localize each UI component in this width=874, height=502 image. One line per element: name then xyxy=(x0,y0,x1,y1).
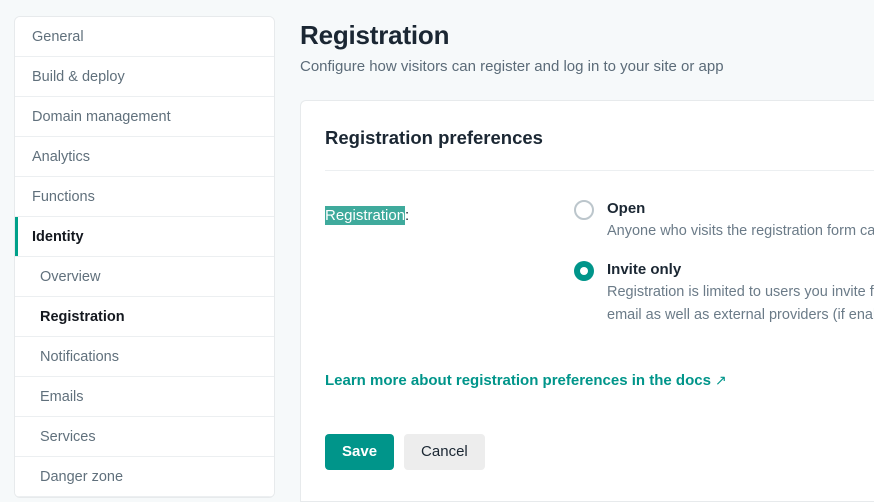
registration-options-group: Open Anyone who visits the registration … xyxy=(566,199,874,344)
sidebar-item-general[interactable]: General xyxy=(15,17,274,57)
settings-sidebar: General Build & deploy Domain management… xyxy=(14,16,275,498)
sidebar-item-notifications[interactable]: Notifications xyxy=(15,337,274,377)
registration-field-label-suffix: : xyxy=(405,207,410,224)
page-title: Registration xyxy=(300,20,450,50)
sidebar-item-services[interactable]: Services xyxy=(15,417,274,457)
sidebar-item-identity[interactable]: Identity xyxy=(15,217,274,257)
sidebar-item-danger-zone[interactable]: Danger zone xyxy=(15,457,274,497)
form-actions: Save Cancel xyxy=(325,434,485,470)
sidebar-item-functions[interactable]: Functions xyxy=(15,177,274,217)
radio-option-invite-only-label: Invite only xyxy=(607,261,682,278)
sidebar-item-label: Overview xyxy=(40,268,101,285)
sidebar-item-overview[interactable]: Overview xyxy=(15,257,274,297)
radio-option-invite-only-description-line1: Registration is limited to users you inv… xyxy=(607,284,874,300)
app-root: General Build & deploy Domain management… xyxy=(0,0,874,502)
selected-text-highlight: Registration xyxy=(325,206,406,225)
sidebar-item-emails[interactable]: Emails xyxy=(15,377,274,417)
sidebar-item-label: General xyxy=(32,28,84,45)
registration-field-row: Registration: Open Anyone who visits the… xyxy=(301,171,874,331)
registration-field-label: Registration: xyxy=(325,206,410,225)
sidebar-item-label: Identity xyxy=(32,228,84,245)
save-button[interactable]: Save xyxy=(325,434,395,470)
page-subtitle: Configure how visitors can register and … xyxy=(300,58,724,75)
radio-option-invite-only[interactable]: Invite only Registration is limited to u… xyxy=(566,260,874,326)
docs-link[interactable]: Learn more about registration preference… xyxy=(325,372,727,389)
radio-option-open-label: Open xyxy=(607,200,646,217)
radio-option-open[interactable]: Open Anyone who visits the registration … xyxy=(566,199,874,242)
sidebar-item-label: Functions xyxy=(32,188,95,205)
sidebar-item-domain-management[interactable]: Domain management xyxy=(15,97,274,137)
radio-option-invite-only-description-line2: email as well as external providers (if … xyxy=(607,307,874,323)
sidebar-item-label: Registration xyxy=(40,308,125,325)
radio-invite-only-icon[interactable] xyxy=(574,261,594,281)
radio-open-icon[interactable] xyxy=(574,200,594,220)
sidebar-item-label: Emails xyxy=(40,388,84,405)
radio-option-open-description: Anyone who visits the registration form … xyxy=(607,223,874,239)
sidebar-item-registration[interactable]: Registration xyxy=(15,297,274,337)
sidebar-item-analytics[interactable]: Analytics xyxy=(15,137,274,177)
external-link-icon: ↗ xyxy=(714,372,727,388)
sidebar-item-build-deploy[interactable]: Build & deploy xyxy=(15,57,274,97)
sidebar-item-label: Services xyxy=(40,428,96,445)
sidebar-item-label: Build & deploy xyxy=(32,68,125,85)
main-content: Registration Configure how visitors can … xyxy=(300,0,874,502)
sidebar-item-label: Notifications xyxy=(40,348,119,365)
sidebar-item-label: Analytics xyxy=(32,148,91,165)
card-title: Registration preferences xyxy=(325,127,543,148)
docs-link-label: Learn more about registration preference… xyxy=(325,372,711,389)
cancel-button[interactable]: Cancel xyxy=(404,434,485,470)
sidebar-item-label: Danger zone xyxy=(40,468,124,485)
registration-preferences-card: Registration preferences Registration: O… xyxy=(300,100,874,502)
sidebar-item-label: Domain management xyxy=(32,108,171,125)
